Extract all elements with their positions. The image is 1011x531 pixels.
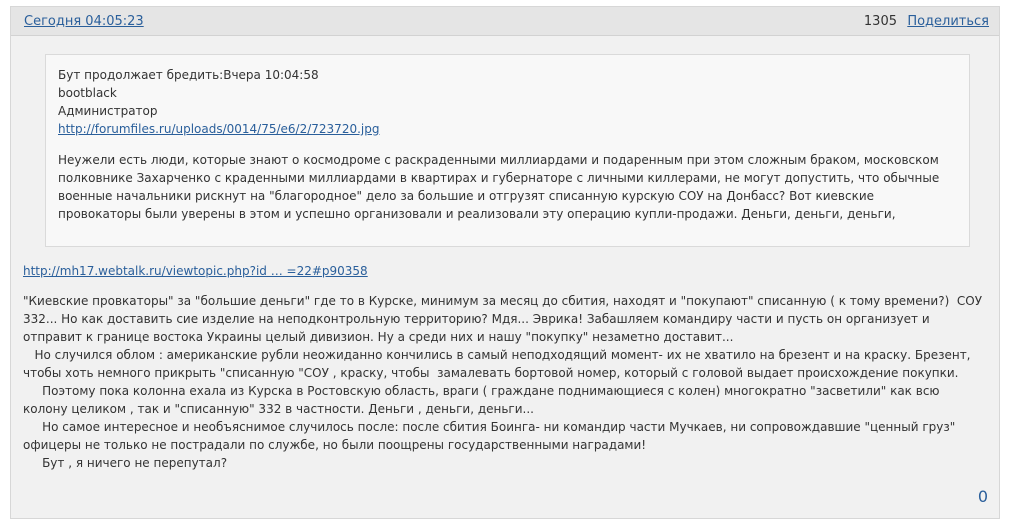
post-text: "Киевские провкаторы" за "большие деньги… — [23, 294, 983, 470]
quote-author-role: Администратор — [58, 104, 158, 118]
quote-image-link[interactable]: http://forumfiles.ru/uploads/0014/75/e6/… — [58, 122, 379, 136]
quote-title: Бут продолжает бредить:Вчера 10:04:58 — [58, 68, 319, 82]
likes-count[interactable]: 0 — [978, 487, 988, 506]
quote-author: bootblack — [58, 86, 117, 100]
quote-text: Неужели есть люди, которые знают о космо… — [58, 153, 940, 221]
post-header: Сегодня 04:05:23 1305 Поделиться — [11, 7, 999, 36]
post-body: http://mh17.webtalk.ru/viewtopic.php?id … — [23, 262, 983, 472]
post-permalink[interactable]: Сегодня 04:05:23 — [24, 14, 144, 29]
share-link[interactable]: Поделиться — [907, 14, 989, 29]
quote-block: Бут продолжает бредить:Вчера 10:04:58 bo… — [45, 54, 970, 247]
forum-post: Сегодня 04:05:23 1305 Поделиться Бут про… — [10, 6, 1000, 519]
source-link[interactable]: http://mh17.webtalk.ru/viewtopic.php?id … — [23, 264, 368, 278]
post-number: 1305 — [863, 14, 897, 29]
